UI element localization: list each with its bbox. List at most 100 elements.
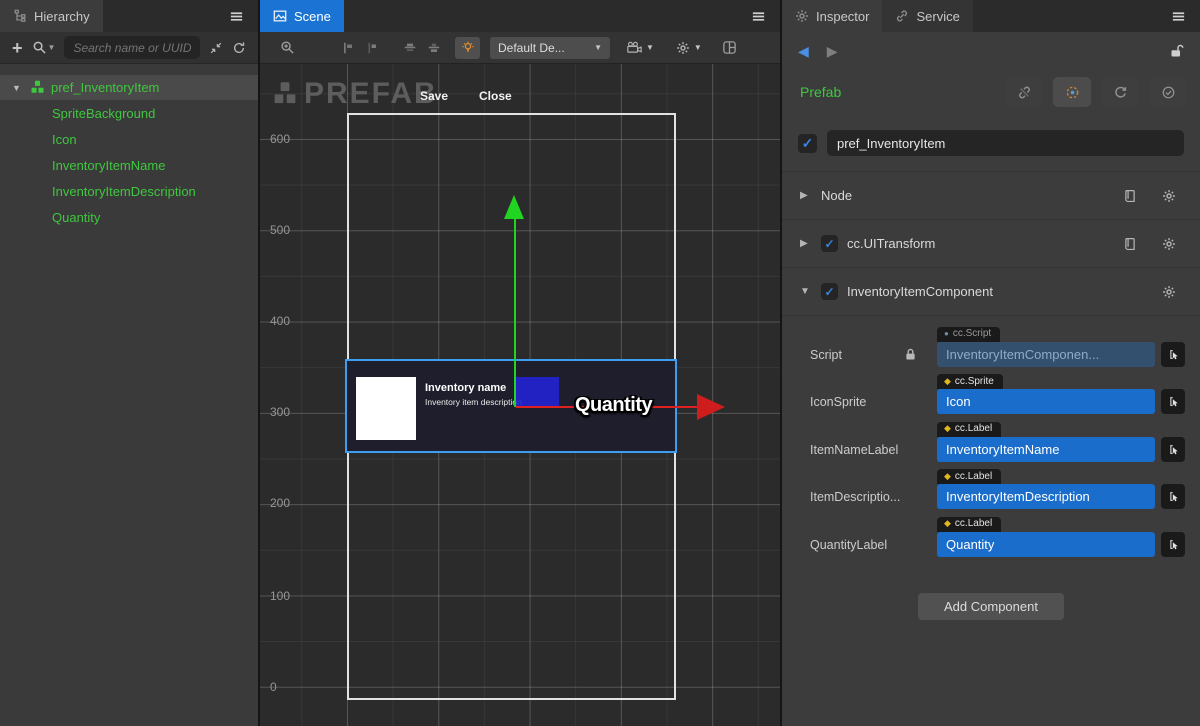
- scene-viewport[interactable]: 600 500 400 300 200 100 0 PREFAB Save Cl…: [260, 64, 780, 726]
- align-bottom-icon: [427, 41, 441, 55]
- align-top-button[interactable]: [403, 41, 417, 55]
- tree-node-inventoryitemname[interactable]: InventoryItemName: [0, 152, 258, 178]
- node-section-header[interactable]: ▶ Node: [782, 171, 1200, 219]
- inspector-tabstrip: Inspector Service: [782, 0, 1200, 32]
- display-mode-select[interactable]: Default De... ▼: [490, 37, 610, 59]
- scene-settings-button[interactable]: ▼: [676, 41, 702, 55]
- align-left-button[interactable]: [341, 41, 355, 55]
- tree-node-inventoryitemdescription[interactable]: InventoryItemDescription: [0, 178, 258, 204]
- node-active-checkbox[interactable]: ✓: [798, 134, 817, 153]
- lock-icon: [905, 348, 929, 367]
- tab-hierarchy[interactable]: Hierarchy: [0, 0, 103, 32]
- check-icon: ✓: [824, 285, 834, 299]
- uitransform-enabled-checkbox[interactable]: ✓: [821, 235, 838, 252]
- close-button[interactable]: Close: [479, 89, 512, 103]
- split-layout-icon: [722, 40, 737, 55]
- doc-book-icon[interactable]: [1123, 189, 1137, 203]
- camera-menu-button[interactable]: ▼: [626, 41, 654, 54]
- gear-icon[interactable]: [1162, 189, 1176, 203]
- tree-node-spritebackground[interactable]: SpriteBackground: [0, 100, 258, 126]
- tree-node-quantity[interactable]: Quantity: [0, 204, 258, 230]
- caret-right-icon[interactable]: ▶: [800, 238, 812, 249]
- doc-book-icon[interactable]: [1123, 237, 1137, 251]
- inventoryitemcomponent-section-header[interactable]: ▼ ✓ InventoryItemComponent: [782, 267, 1200, 315]
- tree-node-label: SpriteBackground: [52, 106, 155, 121]
- property-row-itemdescriptionlabel: ItemDescriptio... ◆ cc.Label InventoryIt…: [810, 468, 1185, 510]
- unlink-prefab-button[interactable]: [1005, 77, 1043, 107]
- gizmo-y-axis[interactable]: [514, 219, 516, 407]
- property-label: ItemDescriptio...: [810, 490, 905, 509]
- type-badge-label: cc.Script: [953, 328, 991, 339]
- sprite-reference-value[interactable]: Icon: [937, 389, 1155, 414]
- gear-icon[interactable]: [1162, 237, 1176, 251]
- gear-icon[interactable]: [1162, 285, 1176, 299]
- apply-prefab-button[interactable]: [1149, 77, 1187, 107]
- type-badge: ◆ cc.Label: [937, 422, 1001, 437]
- label-reference-value[interactable]: InventoryItemDescription: [937, 484, 1155, 509]
- history-back-button[interactable]: ◀: [798, 43, 809, 60]
- lock-slot-empty: [905, 456, 929, 462]
- reference-picker-button[interactable]: [1161, 532, 1185, 557]
- caret-down-icon[interactable]: ▼: [12, 83, 24, 93]
- type-badge-label: cc.Label: [955, 423, 992, 434]
- ruler-label: 500: [270, 223, 290, 237]
- align-bottom-button[interactable]: [427, 41, 441, 55]
- ruler-label: 300: [270, 405, 290, 419]
- reference-picker-button[interactable]: [1161, 342, 1185, 367]
- locate-prefab-asset-button[interactable]: [1053, 77, 1091, 107]
- selected-inventory-item-node[interactable]: Inventory name Inventory item descriptio…: [345, 359, 677, 453]
- section-label: InventoryItemComponent: [847, 284, 993, 299]
- script-reference-value[interactable]: InventoryItemComponen...: [937, 342, 1155, 367]
- reference-picker-button[interactable]: [1161, 437, 1185, 462]
- ruler-label: 600: [270, 132, 290, 146]
- tree-node-root[interactable]: ▼ pref_InventoryItem: [0, 75, 258, 100]
- gizmo-x-axis-arrowhead[interactable]: [697, 394, 725, 420]
- tab-service[interactable]: Service: [882, 0, 972, 32]
- add-component-button[interactable]: Add Component: [918, 593, 1064, 620]
- tab-inspector[interactable]: Inspector: [782, 0, 882, 32]
- inspector-menu-button[interactable]: [1157, 0, 1200, 32]
- zoom-to-fit-button[interactable]: [280, 40, 295, 55]
- reference-picker-button[interactable]: [1161, 484, 1185, 509]
- caret-right-icon[interactable]: ▶: [800, 190, 812, 201]
- history-forward-button[interactable]: ▶: [827, 43, 838, 60]
- revert-prefab-button[interactable]: [1101, 77, 1139, 107]
- camera-icon: [626, 41, 642, 54]
- type-badge: ● cc.Script: [937, 327, 1000, 342]
- target-icon: [1065, 85, 1080, 100]
- tree-node-label: Quantity: [52, 210, 100, 225]
- inspector-tab-label: Inspector: [816, 9, 869, 24]
- tab-scene[interactable]: Scene: [260, 0, 344, 32]
- tree-node-icon[interactable]: Icon: [0, 126, 258, 152]
- component-enabled-checkbox[interactable]: ✓: [821, 283, 838, 300]
- prefab-watermark-label: PREFAB: [304, 77, 438, 111]
- uitransform-section-header[interactable]: ▶ ✓ cc.UITransform: [782, 219, 1200, 267]
- label-reference-value[interactable]: Quantity: [937, 532, 1155, 557]
- save-button[interactable]: Save: [420, 89, 448, 103]
- editor-root: Hierarchy + ▼ ▼: [0, 0, 1200, 726]
- refresh-button[interactable]: [232, 41, 246, 55]
- collapse-all-button[interactable]: [209, 41, 223, 55]
- hierarchy-menu-button[interactable]: [215, 0, 258, 32]
- unlock-icon[interactable]: [1170, 44, 1184, 58]
- gear-icon: [676, 41, 690, 55]
- component-diamond-icon: ◆: [944, 376, 951, 387]
- type-badge-label: cc.Label: [955, 471, 992, 482]
- reference-picker-button[interactable]: [1161, 389, 1185, 414]
- layout-button[interactable]: [722, 40, 737, 55]
- scene-menu-button[interactable]: [737, 0, 780, 32]
- gizmo-y-axis-arrowhead[interactable]: [504, 195, 524, 219]
- gizmo-rect-handle[interactable]: [514, 377, 559, 407]
- scene-tab-label: Scene: [294, 9, 331, 24]
- label-reference-value[interactable]: InventoryItemName: [937, 437, 1155, 462]
- lock-slot-empty: [905, 551, 929, 557]
- node-name-input[interactable]: [827, 130, 1184, 156]
- search-input[interactable]: [64, 36, 200, 59]
- property-label: ItemNameLabel: [810, 443, 905, 462]
- caret-down-icon[interactable]: ▼: [800, 286, 812, 297]
- search-filter-button[interactable]: ▼: [32, 40, 56, 55]
- gizmo-light-toggle[interactable]: [455, 37, 480, 59]
- item-description-label: Inventory item description: [425, 397, 522, 407]
- create-node-button[interactable]: +: [12, 40, 23, 56]
- align-right-button[interactable]: [365, 41, 379, 55]
